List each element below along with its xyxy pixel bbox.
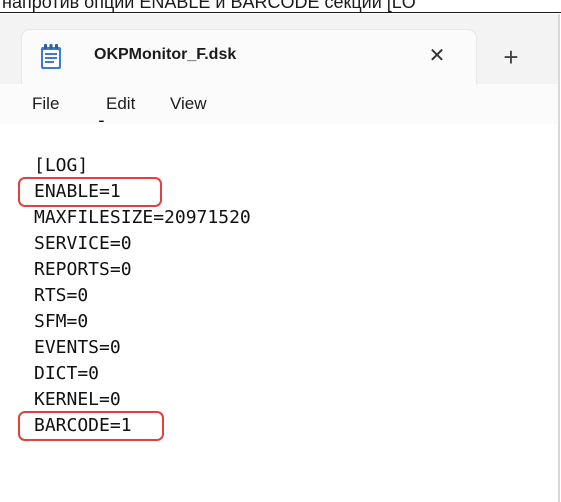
document-tab[interactable]: OKPMonitor_F.dsk ✕ bbox=[22, 30, 476, 84]
editor-line: KERNEL=0 bbox=[34, 389, 121, 410]
editor-line: EVENTS=0 bbox=[34, 337, 121, 358]
editor-line: REPORTS=0 bbox=[34, 259, 132, 280]
notepad-window: OKPMonitor_F.dsk ✕ + File Edit View - [L… bbox=[0, 14, 560, 502]
caption-text: напротив опций ENABLE и BARCODE секции [… bbox=[2, 0, 416, 12]
caption-strip: напротив опций ENABLE и BARCODE секции [… bbox=[0, 0, 561, 14]
editor-line: RTS=0 bbox=[34, 285, 89, 306]
tab-title: OKPMonitor_F.dsk bbox=[94, 46, 237, 63]
menu-file[interactable]: File bbox=[32, 94, 59, 114]
caption-underline bbox=[0, 12, 561, 13]
editor-line-enable: ENABLE=1 bbox=[34, 181, 121, 202]
notepad-file-icon bbox=[41, 44, 61, 69]
close-tab-button[interactable]: ✕ bbox=[422, 41, 452, 71]
partial-line: - bbox=[96, 110, 107, 131]
editor-line: [LOG] bbox=[34, 155, 89, 176]
new-tab-button[interactable]: + bbox=[496, 42, 526, 72]
editor-line-barcode: BARCODE=1 bbox=[34, 415, 132, 436]
text-editor[interactable]: - [LOG] ENABLE=1 MAXFILESIZE=20971520 SE… bbox=[0, 110, 558, 502]
editor-line: DICT=0 bbox=[34, 363, 100, 384]
editor-line: SERVICE=0 bbox=[34, 233, 132, 254]
editor-line: SFM=0 bbox=[34, 311, 89, 332]
tab-strip: OKPMonitor_F.dsk ✕ + bbox=[0, 14, 558, 84]
menu-view[interactable]: View bbox=[170, 94, 207, 114]
editor-line: MAXFILESIZE=20971520 bbox=[34, 207, 251, 228]
menu-edit[interactable]: Edit bbox=[106, 94, 135, 114]
menu-bar: File Edit View bbox=[0, 84, 558, 124]
